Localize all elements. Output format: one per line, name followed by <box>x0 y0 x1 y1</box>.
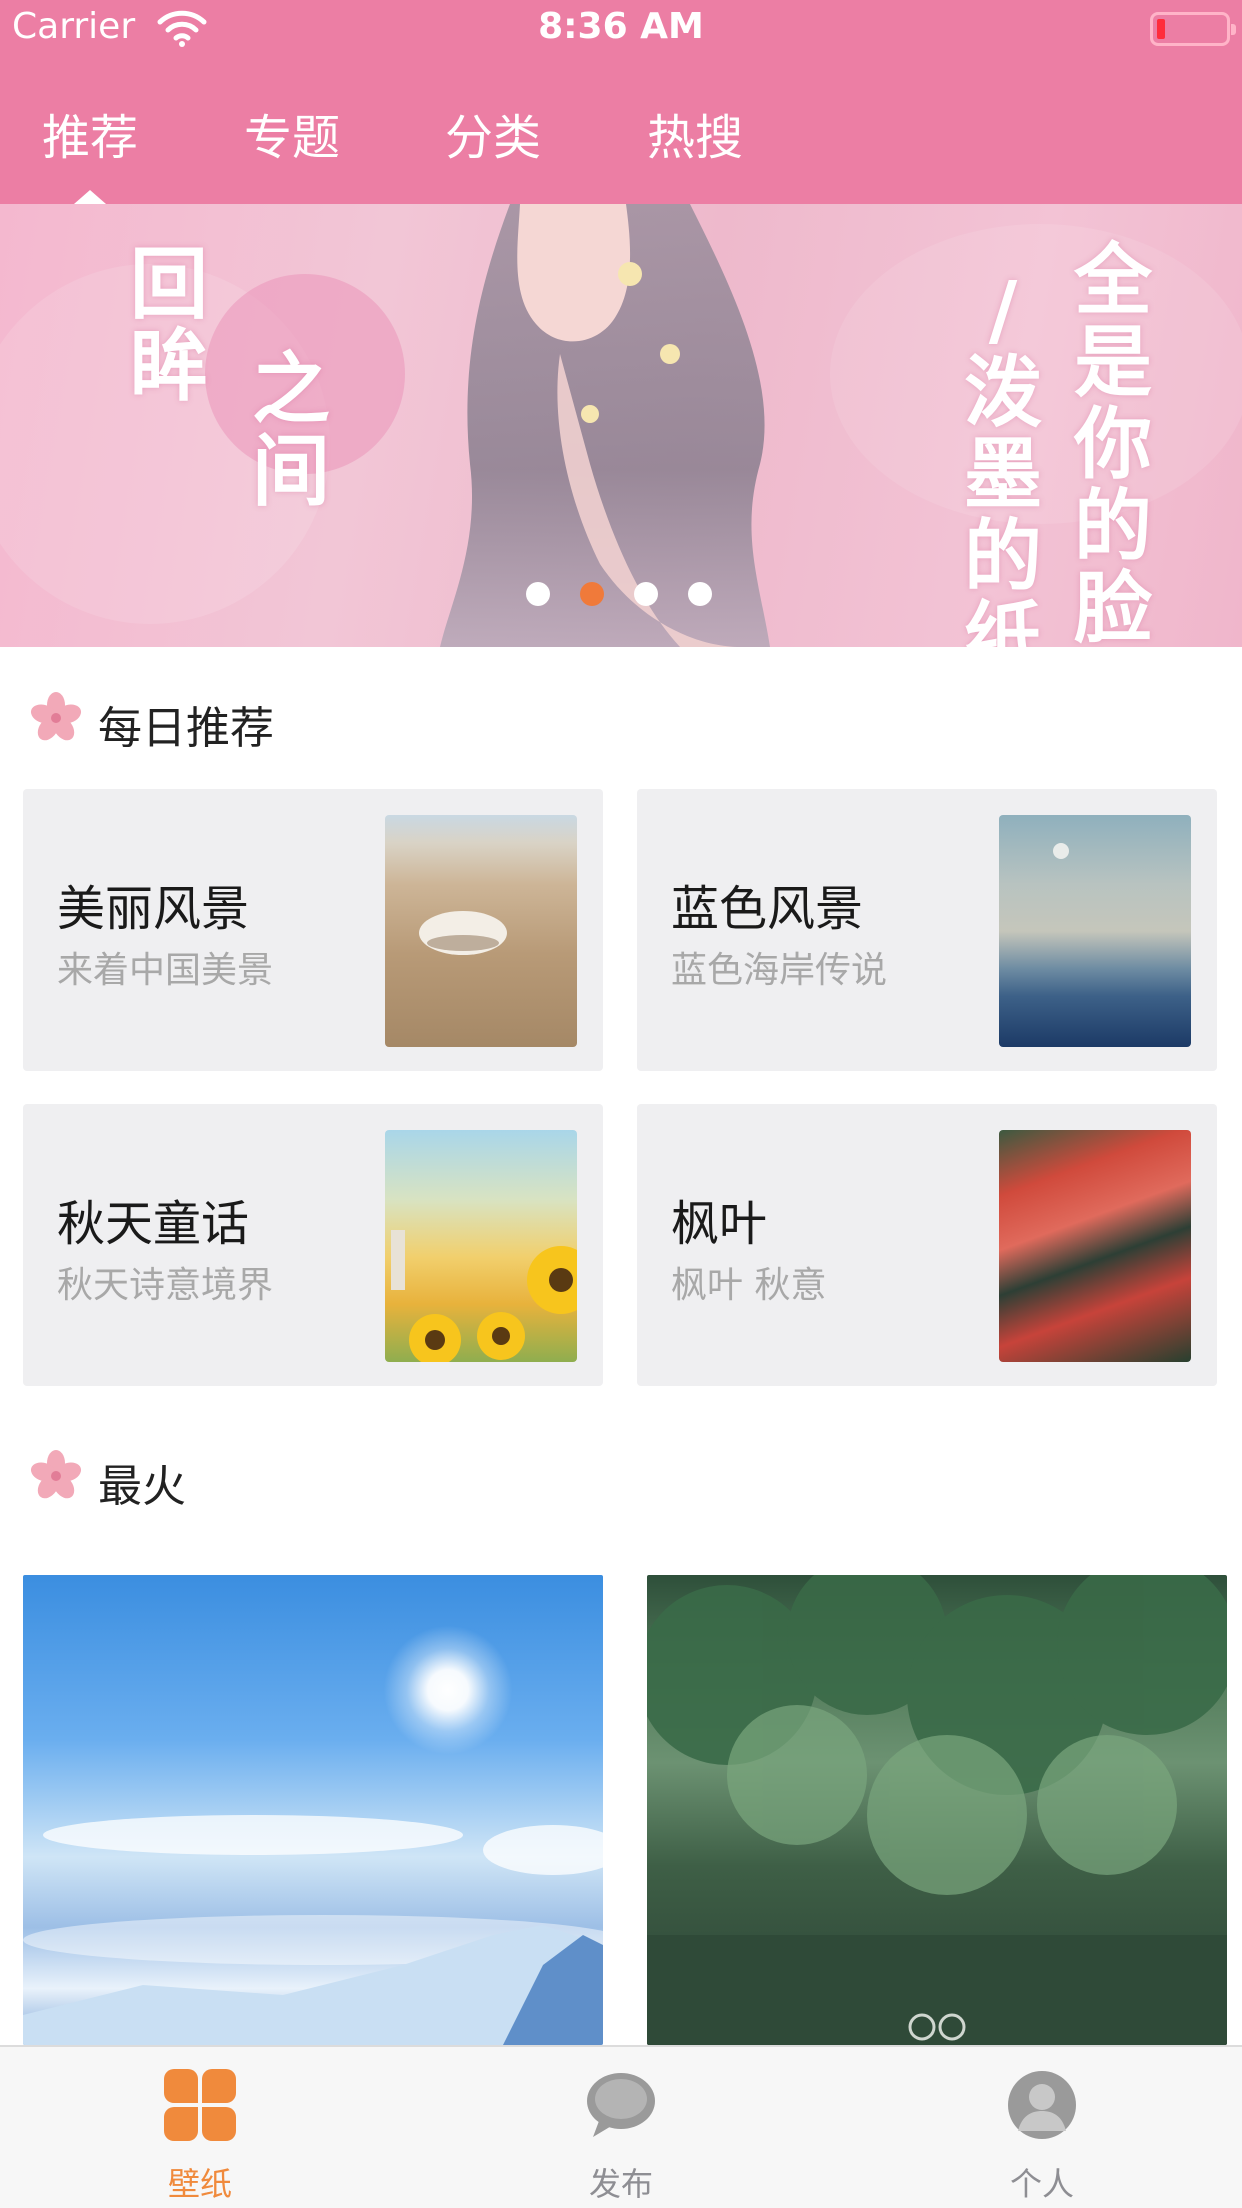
daily-card[interactable]: 枫叶 枫叶 秋意 <box>637 1104 1217 1386</box>
status-bar: Carrier 8:36 AM <box>0 0 1242 54</box>
clover-icon <box>164 2069 236 2141</box>
speech-bubble-icon <box>587 2073 655 2137</box>
tab-wallpaper[interactable]: 壁纸 <box>100 2047 300 2208</box>
daily-card[interactable]: 蓝色风景 蓝色海岸传说 <box>637 789 1217 1071</box>
banner-text-right-2: 全是你的脸 <box>1073 235 1152 648</box>
banner-illustration <box>440 204 770 647</box>
tab-categories[interactable]: 分类 <box>438 98 548 168</box>
banner-text-left-2: 之间 <box>251 344 330 517</box>
status-time: 8:36 AM <box>538 6 704 47</box>
card-subtitle: 来着中国美景 <box>57 950 274 991</box>
section-daily-title: 每日推荐 <box>98 703 274 754</box>
card-thumbnail <box>385 1130 577 1362</box>
person-icon <box>1008 2071 1076 2139</box>
card-title: 蓝色风景 <box>671 881 864 937</box>
tab-publish[interactable]: 发布 <box>521 2047 721 2208</box>
banner-text-left-1: 回眸 <box>129 239 208 412</box>
top-header: Carrier 8:36 AM 推荐 专题 分类 热搜 <box>0 0 1242 204</box>
daily-card[interactable]: 美丽风景 来着中国美景 <box>23 789 603 1071</box>
banner-text-right-1: /泼墨的纸 <box>963 265 1042 648</box>
hot-wallpaper-tile[interactable] <box>23 1575 603 2045</box>
tab-profile[interactable]: 个人 <box>942 2047 1142 2208</box>
daily-card[interactable]: 秋天童话 秋天诗意境界 <box>23 1104 603 1386</box>
section-hot-title: 最火 <box>98 1461 186 1512</box>
banner-carousel[interactable]: 回眸 之间 /泼墨的纸 全是你的脸 <box>0 204 1242 647</box>
card-thumbnail <box>999 1130 1191 1362</box>
tab-topics[interactable]: 专题 <box>237 98 347 168</box>
tab-label: 个人 <box>1009 2165 1074 2203</box>
hot-wallpaper-tile[interactable] <box>647 1575 1227 2045</box>
tab-label: 壁纸 <box>167 2165 232 2203</box>
card-title: 秋天童话 <box>57 1196 250 1252</box>
card-subtitle: 枫叶 秋意 <box>671 1265 827 1306</box>
battery-icon <box>1150 12 1236 46</box>
page-dot[interactable] <box>634 582 658 606</box>
tab-recommend[interactable]: 推荐 <box>35 98 145 168</box>
sakura-icon <box>30 692 82 741</box>
card-title: 枫叶 <box>671 1196 768 1252</box>
tab-label: 发布 <box>588 2165 653 2203</box>
card-thumbnail <box>385 815 577 1047</box>
card-thumbnail <box>999 815 1191 1047</box>
card-subtitle: 蓝色海岸传说 <box>671 950 888 991</box>
bottom-tab-bar: 壁纸 发布 个人 <box>0 2045 1242 2208</box>
page-dot-active[interactable] <box>580 582 604 606</box>
sakura-icon <box>30 1450 82 1499</box>
tab-selected-indicator <box>74 190 106 204</box>
tab-hot-search[interactable]: 热搜 <box>640 98 750 168</box>
page-dot[interactable] <box>688 582 712 606</box>
card-title: 美丽风景 <box>57 881 250 937</box>
page-dot[interactable] <box>526 582 550 606</box>
card-subtitle: 秋天诗意境界 <box>57 1265 274 1306</box>
